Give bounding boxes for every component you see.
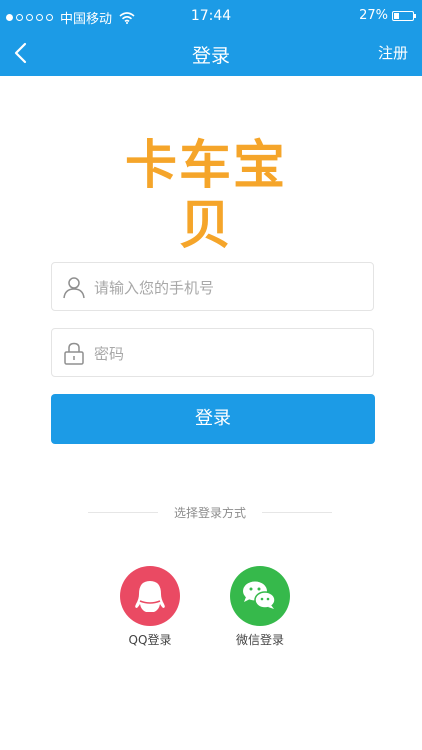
qq-icon (135, 581, 165, 612)
qq-login-label: QQ登录 (128, 633, 172, 647)
wechat-icon (243, 581, 276, 609)
password-field[interactable] (51, 328, 374, 378)
lock-icon (64, 342, 84, 365)
app-logo: 卡车宝贝 (124, 136, 287, 256)
divider-left (88, 512, 158, 513)
phone-field[interactable] (51, 262, 374, 312)
wechat-login-label: 微信登录 (235, 633, 284, 647)
register-button[interactable]: 注册 (378, 42, 408, 63)
qq-login-button[interactable] (120, 566, 180, 626)
app-header: 中国移动 17:44 27% 登录 注册 (0, 0, 422, 76)
page-title: 登录 (191, 45, 230, 67)
password-input[interactable] (92, 329, 365, 378)
battery-percent: 27% (359, 8, 388, 23)
battery-group: 27% (359, 8, 416, 23)
login-method-title: 选择登录方式 (173, 506, 246, 520)
phone-input[interactable] (92, 263, 365, 312)
status-bar: 中国移动 17:44 27% (0, 0, 422, 32)
user-icon (63, 277, 85, 299)
battery-icon (392, 10, 416, 21)
battery-fill (394, 12, 399, 19)
nav-bar: 登录 注册 (0, 32, 422, 76)
login-button[interactable]: 登录 (51, 394, 375, 444)
wechat-login-button[interactable] (230, 566, 290, 626)
divider-right (262, 512, 332, 513)
